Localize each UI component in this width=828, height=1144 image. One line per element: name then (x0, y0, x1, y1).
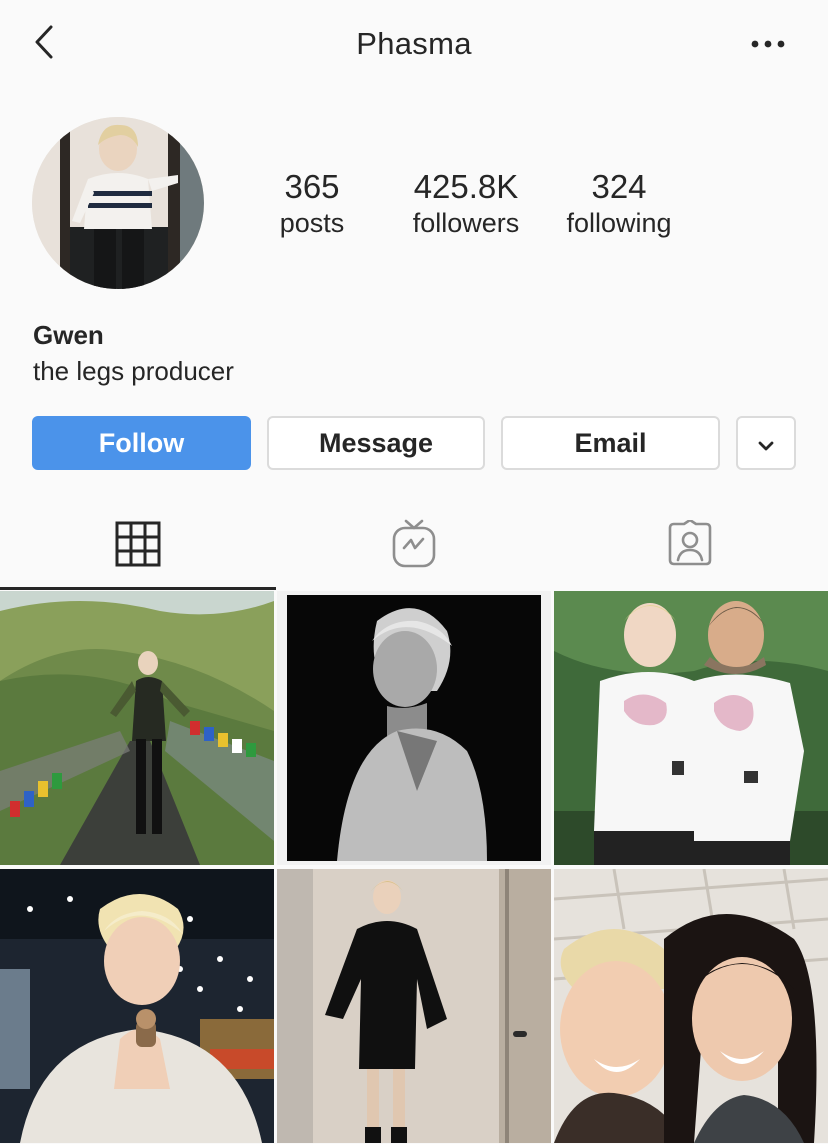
profile-avatar[interactable] (32, 117, 204, 289)
followers-stat[interactable]: 425.8K followers (398, 168, 534, 239)
posts-stat[interactable]: 365 posts (262, 168, 362, 239)
post-thumbnail[interactable] (0, 869, 274, 1143)
active-tab-indicator (0, 587, 276, 590)
follow-button[interactable]: Follow (32, 416, 251, 470)
igtv-icon (391, 518, 437, 575)
message-button[interactable]: Message (267, 416, 485, 470)
post-thumbnail[interactable] (554, 869, 828, 1143)
followers-count: 425.8K (413, 168, 519, 205)
following-stat[interactable]: 324 following (556, 168, 682, 239)
profile-username-title: Phasma (356, 26, 472, 61)
grid-icon (115, 521, 161, 572)
more-horizontal-icon (751, 35, 785, 53)
post-thumbnail[interactable] (277, 591, 551, 865)
post-thumbnail[interactable] (277, 869, 551, 1143)
more-options-button[interactable] (744, 28, 792, 60)
following-count: 324 (591, 168, 647, 205)
followers-label: followers (412, 208, 520, 238)
suggested-accounts-button[interactable] (736, 416, 796, 470)
chevron-down-icon (757, 428, 775, 459)
following-label: following (566, 208, 672, 238)
top-bar: Phasma (0, 0, 828, 90)
profile-bio: the legs producer (33, 356, 234, 386)
post-thumbnail[interactable] (0, 591, 274, 865)
posts-label: posts (279, 208, 345, 238)
email-button[interactable]: Email (501, 416, 720, 470)
profile-display-name: Gwen (33, 320, 104, 350)
tagged-person-icon (666, 518, 714, 573)
tab-tagged[interactable] (552, 502, 828, 590)
posts-count: 365 (284, 168, 340, 205)
post-thumbnail[interactable] (554, 591, 828, 865)
profile-tabs (0, 502, 828, 590)
posts-grid (0, 591, 828, 1144)
tab-igtv[interactable] (276, 502, 552, 590)
profile-screen: Phasma 365 posts 425.8K followers 324 fo… (0, 0, 828, 1144)
tab-posts-grid[interactable] (0, 502, 276, 590)
